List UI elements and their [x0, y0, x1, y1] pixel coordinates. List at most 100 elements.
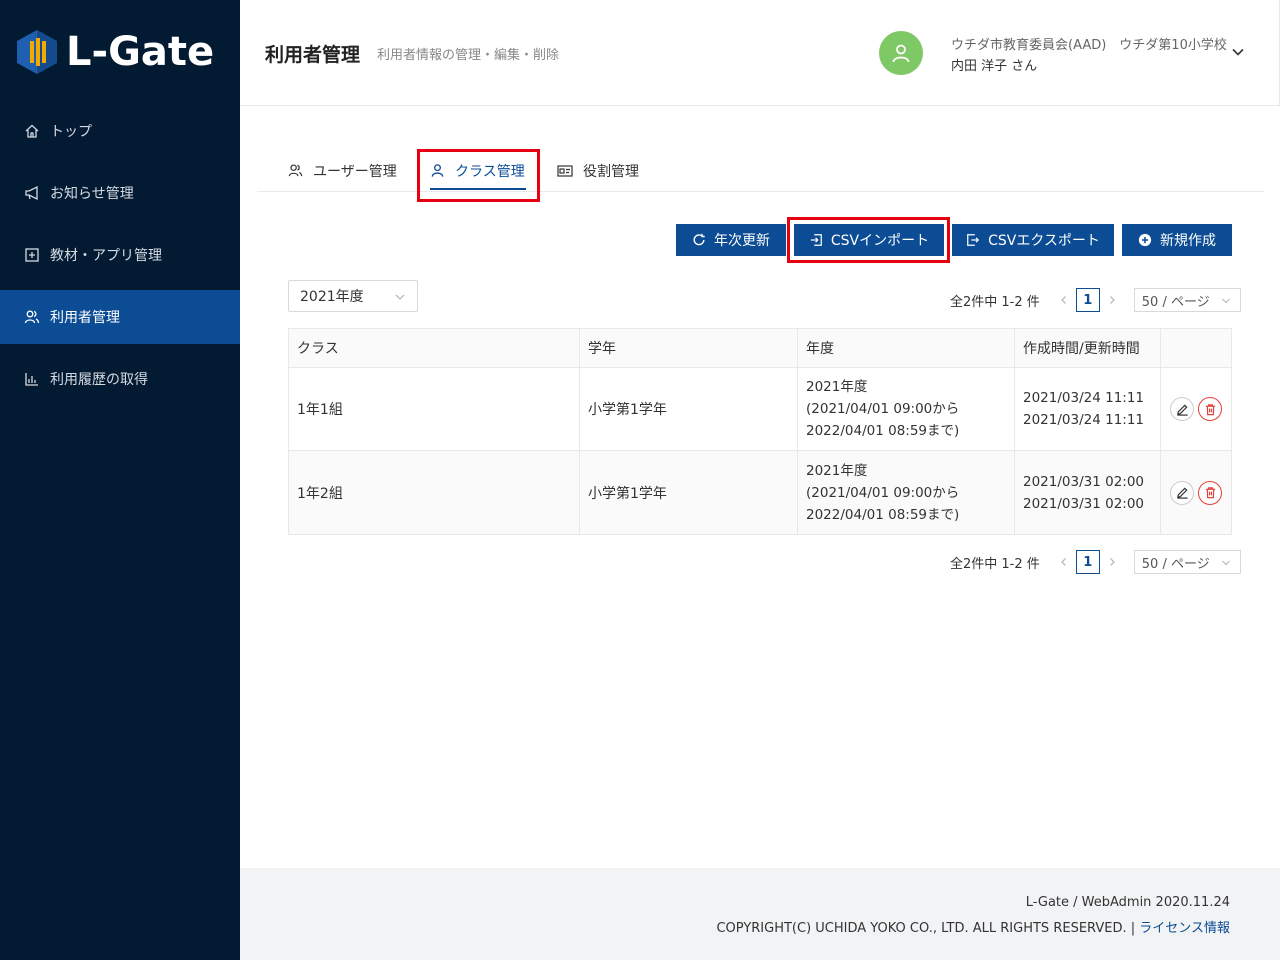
- chevron-right-icon[interactable]: [1102, 557, 1122, 567]
- chevron-down-icon[interactable]: [1230, 44, 1246, 60]
- grade-cell: 小学第1学年: [580, 451, 798, 534]
- csv-import-button[interactable]: CSVインポート: [794, 224, 944, 256]
- column-header-times: 作成時間/更新時間: [1015, 329, 1161, 367]
- pagination-top: 全2件中 1-2 件 1 50 / ページ: [950, 288, 1241, 312]
- edit-button[interactable]: [1170, 397, 1194, 421]
- brand-name: L-Gate: [66, 29, 215, 75]
- avatar[interactable]: [879, 31, 923, 75]
- brand-logo[interactable]: L-Gate: [16, 28, 214, 76]
- tab-class-management[interactable]: クラス管理: [430, 150, 525, 191]
- refresh-icon: [693, 233, 705, 246]
- sidebar: L-Gate トップ お知らせ管理 教材・アプリ管理 利用者管理 利用履歴の取得: [0, 0, 240, 960]
- sidebar-item-top[interactable]: トップ: [0, 104, 240, 158]
- column-header-actions: [1161, 329, 1231, 367]
- csv-export-button[interactable]: CSVエクスポート: [952, 224, 1114, 256]
- copyright-text: COPYRIGHT(C) UCHIDA YOKO CO., LTD. ALL R…: [716, 921, 1140, 936]
- year-cell: 2021年度 (2021/04/01 09:00から 2022/04/01 08…: [798, 368, 1015, 450]
- tab-label: クラス管理: [455, 163, 525, 180]
- table-header-row: クラス 学年 年度 作成時間/更新時間: [289, 329, 1231, 368]
- year-label: 2021年度: [806, 379, 868, 395]
- year-end: 2022/04/01 08:59まで): [806, 423, 960, 439]
- sidebar-item-label: お知らせ管理: [50, 186, 134, 202]
- actions-cell: [1161, 451, 1231, 534]
- pagination-page-1[interactable]: 1: [1075, 550, 1100, 574]
- new-create-button[interactable]: 新規作成: [1122, 224, 1232, 256]
- license-link[interactable]: ライセンス情報: [1139, 921, 1230, 936]
- chevron-down-icon: [1221, 560, 1230, 566]
- sidebar-item-label: 利用履歴の取得: [50, 372, 148, 388]
- user-icon: [892, 44, 910, 63]
- year-end: 2022/04/01 08:59まで): [806, 506, 960, 523]
- page-footer: L-Gate / WebAdmin 2020.11.24 COPYRIGHT(C…: [240, 868, 1280, 960]
- trash-icon: [1205, 403, 1215, 415]
- sidebar-item-notices[interactable]: お知らせ管理: [0, 166, 240, 220]
- user-name: 内田 洋子 さん: [951, 59, 1038, 74]
- annual-update-label: 年次更新: [714, 233, 770, 249]
- new-create-label: 新規作成: [1160, 233, 1216, 249]
- year-start: (2021/04/01 09:00から: [806, 401, 960, 417]
- logo-mark-icon: [17, 30, 57, 74]
- export-icon: [967, 234, 980, 246]
- page-title: 利用者管理: [265, 44, 361, 66]
- megaphone-icon: [24, 185, 40, 201]
- chevron-left-icon[interactable]: [1054, 557, 1074, 567]
- csv-import-label: CSVインポート: [830, 233, 930, 249]
- edit-button[interactable]: [1170, 480, 1194, 505]
- sidebar-nav: トップ お知らせ管理 教材・アプリ管理 利用者管理 利用履歴の取得: [0, 104, 240, 414]
- year-select-value: 2021年度: [300, 289, 364, 305]
- csv-export-label: CSVエクスポート: [988, 233, 1100, 249]
- column-header-grade: 学年: [580, 329, 798, 367]
- import-icon: [810, 234, 822, 246]
- class-table: クラス 学年 年度 作成時間/更新時間 1年1組 小学第1学年 2021年度 (…: [288, 328, 1232, 535]
- sidebar-item-label: トップ: [50, 124, 92, 140]
- delete-button[interactable]: [1198, 480, 1222, 505]
- actions-cell: [1161, 368, 1231, 450]
- year-cell: 2021年度 (2021/04/01 09:00から 2022/04/01 08…: [798, 451, 1015, 534]
- updated-time: 2021/03/31 02:00: [1023, 495, 1145, 512]
- pagination-bottom: 全2件中 1-2 件 1 50 / ページ: [950, 550, 1241, 574]
- annual-update-button[interactable]: 年次更新: [676, 224, 786, 256]
- pagination-total: 全2件中 1-2 件: [950, 556, 1040, 572]
- chevron-right-icon[interactable]: [1102, 295, 1122, 305]
- page-header: 利用者管理 利用者情報の管理・編集・削除 ウチダ市教育委員会(AAD) ウチダ第…: [240, 0, 1280, 106]
- delete-button[interactable]: [1198, 397, 1222, 421]
- page-size-select[interactable]: 50 / ページ: [1133, 550, 1241, 574]
- chevron-down-icon: [1221, 298, 1230, 304]
- users-icon: [288, 164, 303, 177]
- year-select[interactable]: 2021年度: [288, 280, 418, 312]
- sidebar-item-users[interactable]: 利用者管理: [0, 290, 240, 344]
- pencil-icon: [1176, 403, 1188, 416]
- bar-chart-icon: [24, 371, 40, 387]
- times-cell: 2021/03/24 11:11 2021/03/24 11:11: [1015, 368, 1161, 450]
- pencil-icon: [1176, 487, 1188, 499]
- tab-role-management[interactable]: 役割管理: [557, 150, 639, 191]
- class-cell: 1年2組: [289, 451, 580, 534]
- sidebar-item-usage-history[interactable]: 利用履歴の取得: [0, 352, 240, 406]
- tab-label: 役割管理: [583, 163, 639, 180]
- users-icon: [24, 309, 40, 325]
- trash-icon: [1205, 487, 1215, 499]
- footer-copyright: COPYRIGHT(C) UCHIDA YOKO CO., LTD. ALL R…: [716, 917, 1230, 936]
- tab-user-management[interactable]: ユーザー管理: [288, 150, 397, 191]
- table-row: 1年2組 小学第1学年 2021年度 (2021/04/01 09:00から 2…: [289, 451, 1231, 534]
- sidebar-item-materials[interactable]: 教材・アプリ管理: [0, 228, 240, 282]
- user-icon: [431, 164, 444, 177]
- home-icon: [24, 123, 40, 139]
- created-time: 2021/03/31 02:00: [1023, 473, 1145, 490]
- times-cell: 2021/03/31 02:00 2021/03/31 02:00: [1015, 451, 1161, 534]
- chevron-left-icon[interactable]: [1054, 295, 1074, 305]
- footer-version: L-Gate / WebAdmin 2020.11.24: [1025, 895, 1230, 910]
- tab-bar: ユーザー管理 クラス管理 役割管理: [257, 150, 1264, 192]
- plus-circle-icon: [1138, 233, 1152, 247]
- year-start: (2021/04/01 09:00から: [806, 484, 960, 501]
- plus-square-icon: [24, 247, 40, 263]
- pagination-total: 全2件中 1-2 件: [950, 294, 1040, 310]
- page-size-value: 50 / ページ: [1141, 556, 1210, 572]
- year-label: 2021年度: [806, 462, 868, 479]
- id-card-icon: [557, 164, 573, 177]
- class-cell: 1年1組: [289, 368, 580, 450]
- pagination-page-1[interactable]: 1: [1075, 288, 1100, 312]
- sidebar-item-label: 教材・アプリ管理: [50, 248, 162, 264]
- page-size-select[interactable]: 50 / ページ: [1133, 288, 1241, 312]
- updated-time: 2021/03/24 11:11: [1023, 412, 1145, 428]
